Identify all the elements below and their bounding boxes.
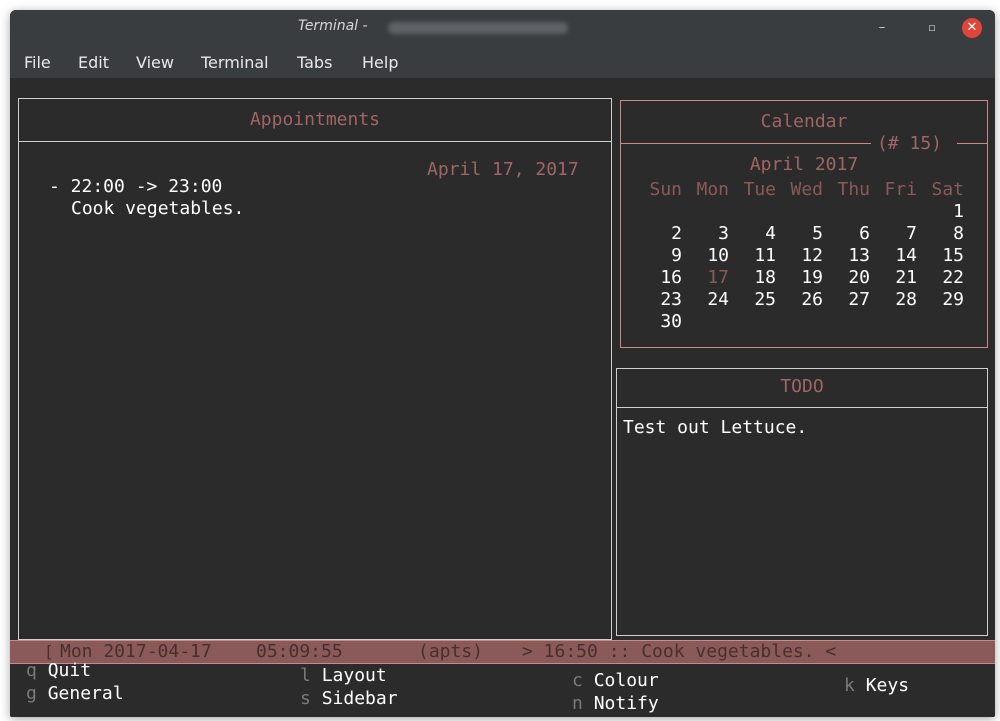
status-mode: (apts) xyxy=(418,641,484,662)
calendar-day[interactable]: 24 xyxy=(682,289,729,311)
calendar-day[interactable]: 2 xyxy=(635,223,682,245)
calendar-day[interactable]: 11 xyxy=(729,245,776,267)
weekday-header: Mon xyxy=(696,179,729,200)
calendar-day[interactable]: 21 xyxy=(870,267,917,289)
calendar-panel: Calendar (# 15) April 2017 Sun Mon Tue Wed T… xyxy=(620,100,988,348)
minimize-button[interactable]: – xyxy=(872,18,892,38)
calendar-day[interactable]: 29 xyxy=(917,289,964,311)
weekday-header: Sun xyxy=(649,179,682,200)
calendar-day xyxy=(729,201,776,223)
calendar-day xyxy=(682,201,729,223)
appointments-date: April 17, 2017 xyxy=(427,159,579,180)
weekday-header: Fri xyxy=(884,179,917,200)
calendar-day xyxy=(917,311,964,333)
calendar-day[interactable]: 14 xyxy=(870,245,917,267)
calendar-day[interactable]: 23 xyxy=(635,289,682,311)
calendar-day[interactable]: 25 xyxy=(729,289,776,311)
todo-panel: TODO Test out Lettuce. xyxy=(616,368,988,636)
menu-tabs[interactable]: Tabs xyxy=(297,53,332,72)
calendar-day[interactable]: 20 xyxy=(823,267,870,289)
weekday-header: Sat xyxy=(931,179,964,200)
calendar-day[interactable]: 19 xyxy=(776,267,823,289)
todo-item: Test out Lettuce. xyxy=(623,417,808,438)
menu-help[interactable]: Help xyxy=(362,53,398,72)
calendar-day xyxy=(870,201,917,223)
key-hint-notify: n Notify xyxy=(572,693,659,714)
calendar-title: Calendar xyxy=(760,111,848,132)
appointment-time: - 22:00 -> 23:00 xyxy=(49,176,223,197)
calendar-day xyxy=(870,311,917,333)
menu-view[interactable]: View xyxy=(136,53,174,72)
menu-terminal[interactable]: Terminal xyxy=(201,53,269,72)
calendar-day[interactable]: 22 xyxy=(917,267,964,289)
calendar-day[interactable]: 15 xyxy=(917,245,964,267)
calendar-day xyxy=(823,201,870,223)
menu-bar: File Edit View Terminal Tabs Help xyxy=(10,46,995,78)
calendar-day[interactable]: 5 xyxy=(776,223,823,245)
calendar-day xyxy=(682,311,729,333)
key-hint-quit: q Quit xyxy=(26,660,92,681)
calendar-divider-left xyxy=(621,143,871,144)
calendar-day[interactable]: 9 xyxy=(635,245,682,267)
calendar-day[interactable]: 7 xyxy=(870,223,917,245)
key-hint-sidebar: s Sidebar xyxy=(300,688,398,709)
calendar-day[interactable]: 27 xyxy=(823,289,870,311)
calendar-day xyxy=(823,311,870,333)
calendar-day xyxy=(729,311,776,333)
calendar-day[interactable]: 30 xyxy=(635,311,682,333)
calendar-day[interactable]: 16 xyxy=(635,267,682,289)
calendar-grid: Sun Mon Tue Wed Thu Fri Sat 1 2 3 4 5 6 7 8 9 10 11 12 13 14… xyxy=(635,179,964,333)
calendar-day xyxy=(776,201,823,223)
key-hint-general: g General xyxy=(26,683,124,704)
status-next-appointment: > 16:50 :: Cook vegetables. < xyxy=(522,641,837,662)
redacted-title-text xyxy=(388,22,568,34)
calendar-day-today[interactable]: 17 xyxy=(682,267,729,289)
calendar-day[interactable]: 4 xyxy=(729,223,776,245)
appointments-title: Appointments xyxy=(249,109,381,130)
calendar-day xyxy=(776,311,823,333)
calendar-day[interactable]: 18 xyxy=(729,267,776,289)
calendar-day[interactable]: 12 xyxy=(776,245,823,267)
todo-title: TODO xyxy=(780,376,824,397)
menu-file[interactable]: File xyxy=(24,53,51,72)
calendar-day[interactable]: 6 xyxy=(823,223,870,245)
terminal-area[interactable]: Appointments April 17, 2017 - 22:00 -> 2… xyxy=(10,78,995,717)
status-time: 05:09:55 xyxy=(256,641,343,662)
key-hint-keys: k Keys xyxy=(844,675,910,696)
key-hint-layout: l Layout xyxy=(300,665,387,686)
weekday-header: Thu xyxy=(837,179,870,200)
appointments-divider xyxy=(19,141,611,142)
calendar-divider-right xyxy=(957,143,987,144)
calendar-day[interactable]: 13 xyxy=(823,245,870,267)
weekday-header: Wed xyxy=(790,179,823,200)
calendar-day[interactable]: 3 xyxy=(682,223,729,245)
calendar-month: April 2017 xyxy=(749,154,859,175)
appointments-panel: Appointments April 17, 2017 - 22:00 -> 2… xyxy=(18,98,612,640)
title-bar[interactable]: Terminal - – ▫ ✕ xyxy=(10,10,995,46)
calendar-day[interactable]: 1 xyxy=(917,201,964,223)
weekday-header: Tue xyxy=(743,179,776,200)
calendar-day[interactable]: 26 xyxy=(776,289,823,311)
todo-divider xyxy=(617,407,987,408)
window-title: Terminal - xyxy=(298,18,368,34)
menu-edit[interactable]: Edit xyxy=(78,53,109,72)
calendar-day[interactable]: 10 xyxy=(682,245,729,267)
close-button[interactable]: ✕ xyxy=(962,18,982,38)
calendar-day[interactable]: 28 xyxy=(870,289,917,311)
maximize-button[interactable]: ▫ xyxy=(922,18,942,38)
appointment-text: Cook vegetables. xyxy=(71,198,245,219)
calendar-day[interactable]: 8 xyxy=(917,223,964,245)
calendar-week-label: (# 15) xyxy=(877,133,943,154)
key-hint-colour: c Colour xyxy=(572,670,659,691)
terminal-window: Terminal - – ▫ ✕ File Edit View Terminal… xyxy=(10,10,995,717)
status-bar: [ Mon 2017-04-17 05:09:55 (apts) > 16:50… xyxy=(10,640,995,664)
calendar-day xyxy=(635,201,682,223)
